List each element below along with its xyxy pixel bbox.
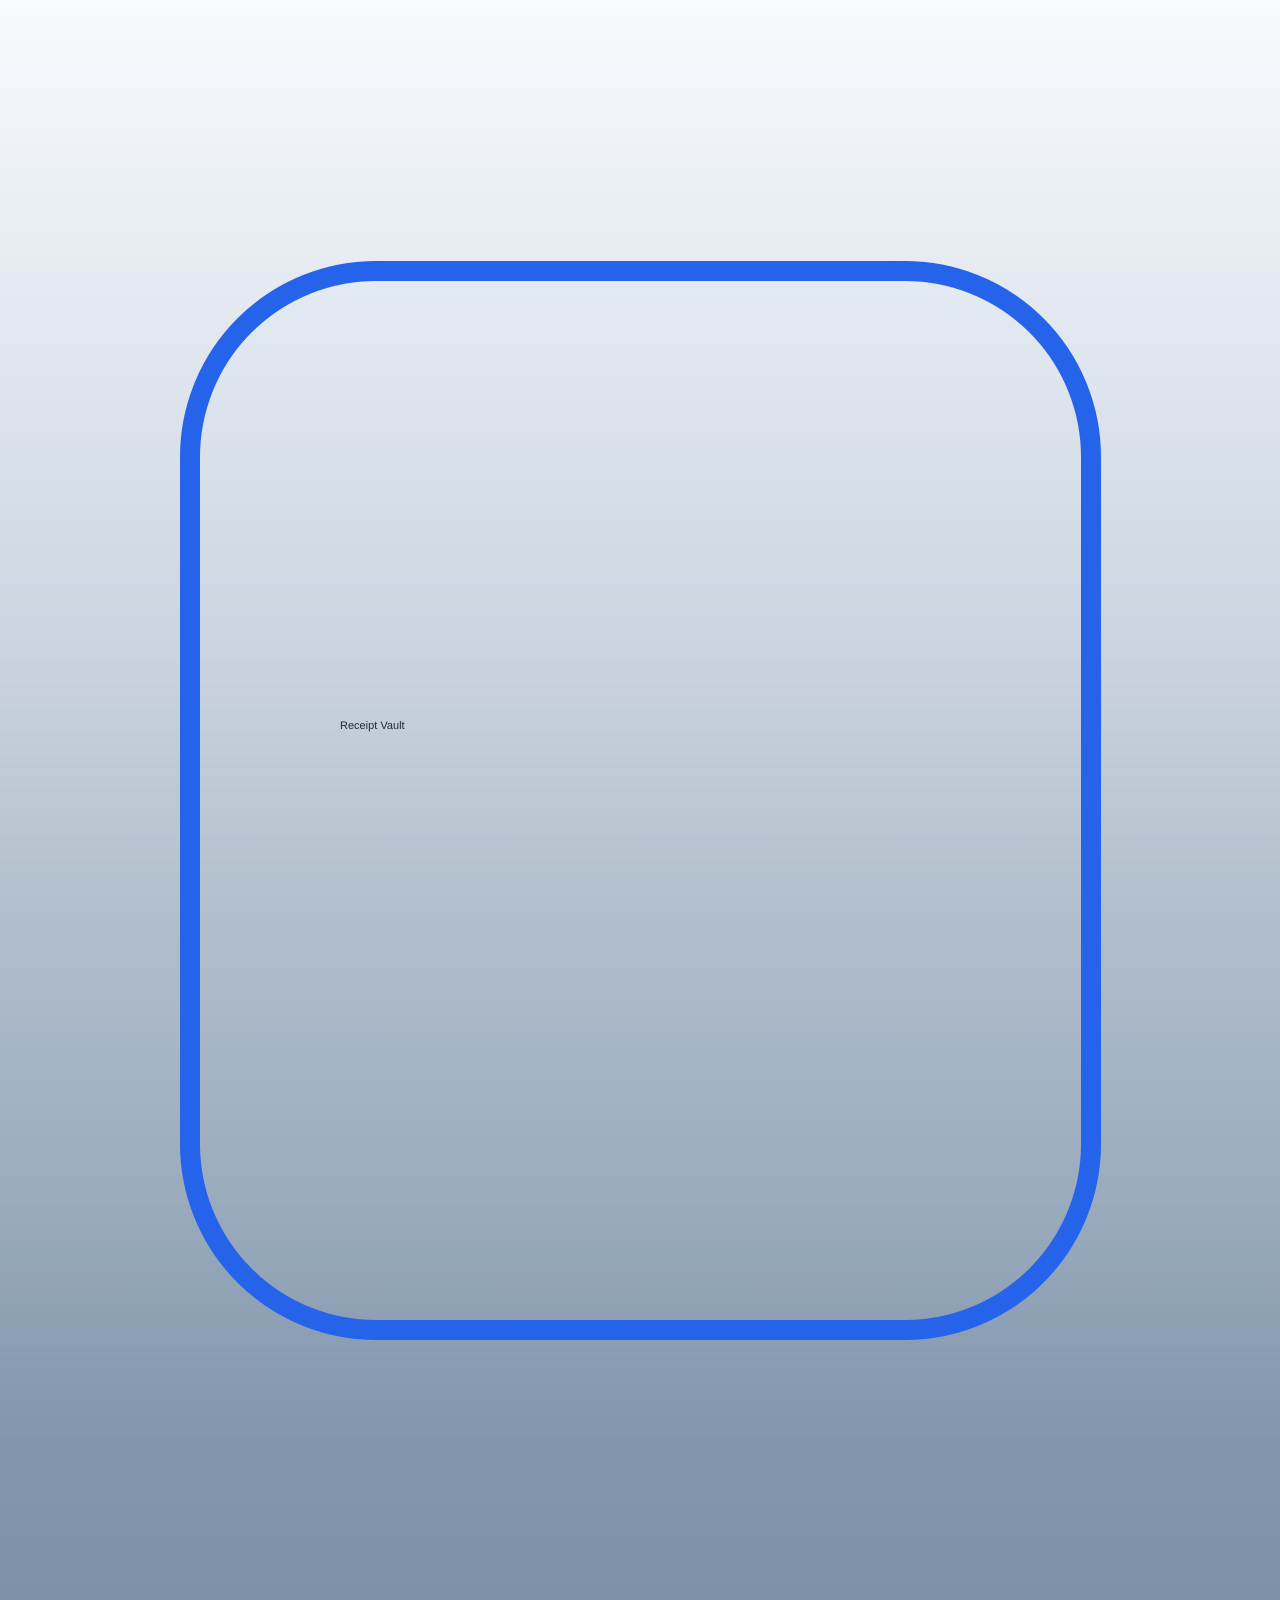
app-title: Receipt Vault [340, 720, 405, 732]
page-background: { "app": { "title": "Receipt Vault" }, "… [0, 0, 1280, 1600]
device-frame [180, 261, 1101, 1340]
